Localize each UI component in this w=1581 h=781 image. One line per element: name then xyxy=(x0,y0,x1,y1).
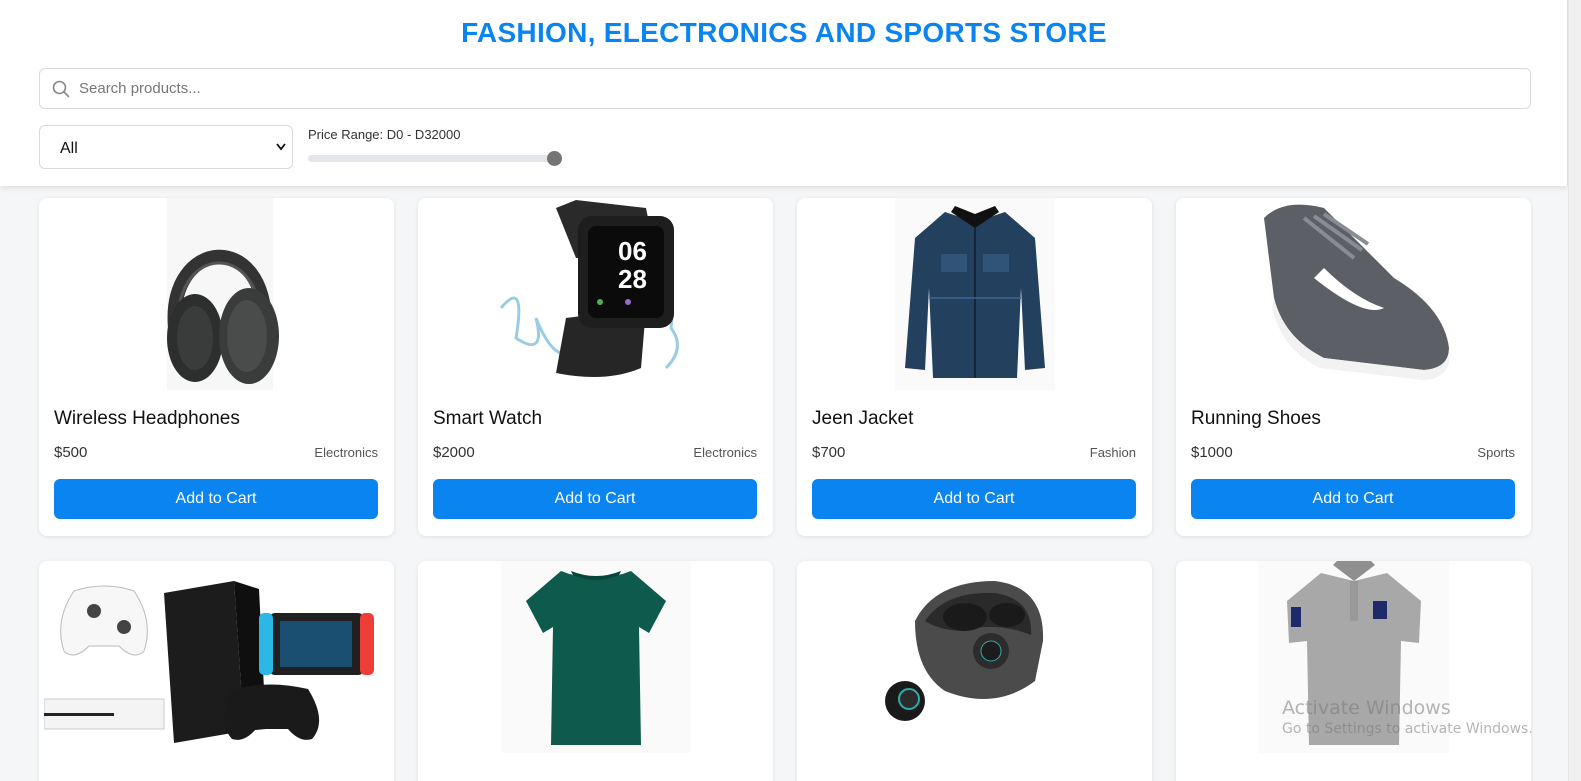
headphones-icon xyxy=(166,198,279,390)
product-image xyxy=(797,198,1152,390)
add-to-cart-button[interactable]: Add to Cart xyxy=(812,479,1136,519)
page-title: FASHION, ELECTRONICS AND SPORTS STORE xyxy=(461,17,1107,48)
product-price: $700 xyxy=(812,444,846,461)
product-card xyxy=(797,561,1152,781)
price-range-slider[interactable] xyxy=(308,155,558,162)
product-card: 06 28 Smart Watch $2000 Electronics Add … xyxy=(418,198,773,536)
product-image xyxy=(797,561,1152,753)
product-image xyxy=(418,561,773,753)
product-card: Jeen Jacket $700 Fashion Add to Cart xyxy=(797,198,1152,536)
svg-text:06: 06 xyxy=(618,236,647,266)
search-box[interactable] xyxy=(39,68,1531,109)
search-input[interactable] xyxy=(79,69,1519,108)
product-name: Wireless Headphones xyxy=(54,408,240,429)
category-select[interactable]: All xyxy=(39,125,293,169)
product-card xyxy=(39,561,394,781)
product-category: Fashion xyxy=(1089,445,1136,460)
product-name: Jeen Jacket xyxy=(812,408,914,429)
product-name: Smart Watch xyxy=(433,408,543,429)
chevron-down-icon xyxy=(276,143,286,151)
product-card: Wireless Headphones $500 Electronics Add… xyxy=(39,198,394,536)
page-scrollbar[interactable] xyxy=(1568,0,1581,781)
product-category: Electronics xyxy=(314,445,378,460)
product-category: Sports xyxy=(1477,445,1515,460)
smartwatch-icon: 06 28 xyxy=(499,200,679,377)
product-image: 06 28 xyxy=(418,198,773,390)
product-price: $1000 xyxy=(1191,444,1233,461)
svg-text:28: 28 xyxy=(618,264,647,294)
product-price: $2000 xyxy=(433,444,475,461)
product-image xyxy=(1176,198,1531,390)
product-image xyxy=(39,561,394,753)
product-card xyxy=(1176,561,1531,781)
product-category: Electronics xyxy=(693,445,757,460)
price-range-label: Price Range: D0 - D32000 xyxy=(308,127,461,142)
polo-shirt-icon xyxy=(1258,561,1449,753)
add-to-cart-button[interactable]: Add to Cart xyxy=(433,479,757,519)
game-consoles-icon xyxy=(44,581,374,743)
product-price: $500 xyxy=(54,444,88,461)
add-to-cart-button[interactable]: Add to Cart xyxy=(1191,479,1515,519)
product-image xyxy=(1176,561,1531,753)
product-card: Running Shoes $1000 Sports Add to Cart xyxy=(1176,198,1531,536)
search-icon xyxy=(52,80,70,98)
tshirt-icon xyxy=(500,561,691,753)
add-to-cart-button[interactable]: Add to Cart xyxy=(54,479,378,519)
product-card xyxy=(418,561,773,781)
category-select-value: All xyxy=(60,140,78,157)
product-name: Running Shoes xyxy=(1191,408,1321,429)
shoe-icon xyxy=(1263,204,1449,380)
product-image xyxy=(39,198,394,390)
jacket-icon xyxy=(894,198,1055,390)
price-range-slider-thumb[interactable] xyxy=(547,151,562,166)
store-header: FASHION, ELECTRONICS AND SPORTS STORE Al… xyxy=(0,0,1568,186)
earbuds-icon xyxy=(884,581,1043,721)
